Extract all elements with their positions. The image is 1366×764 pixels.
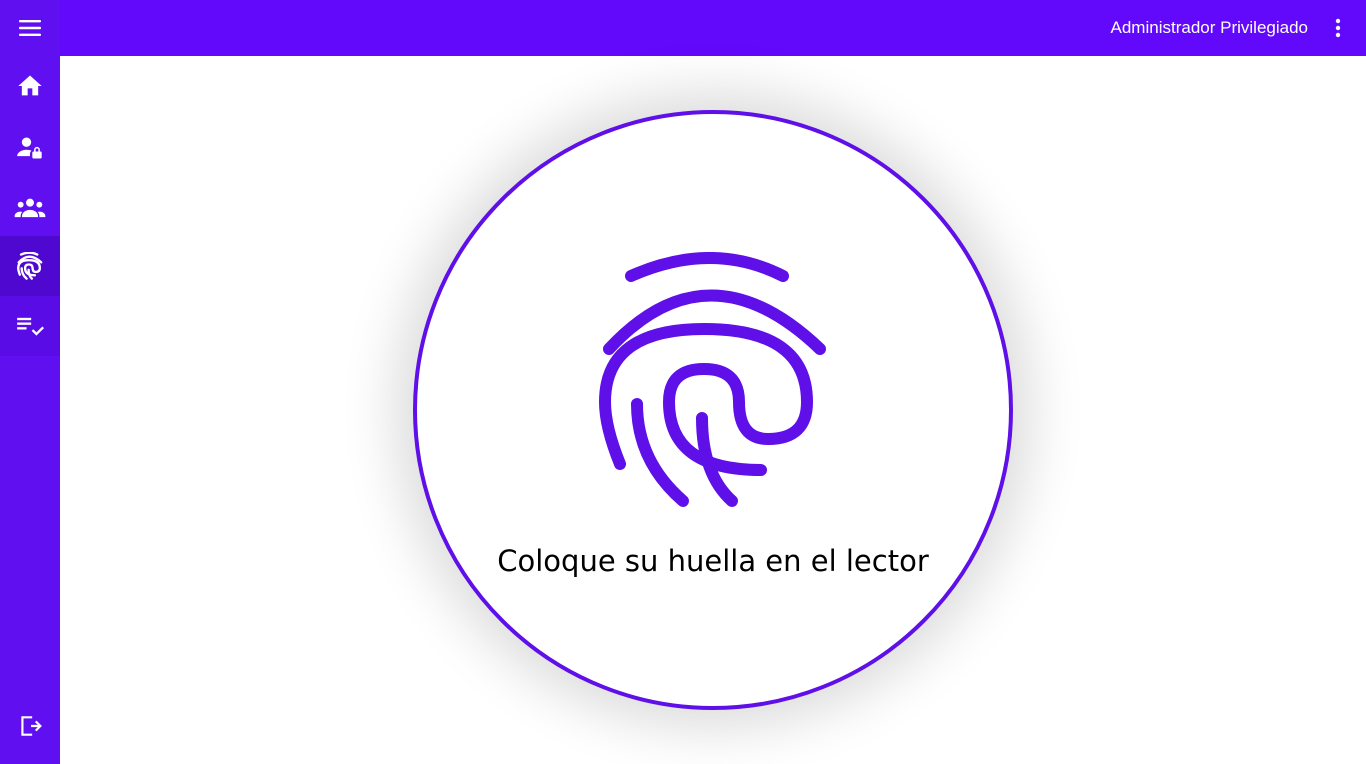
scan-instruction: Coloque su huella en el lector [497,544,929,578]
more-options-button[interactable] [1324,8,1352,48]
sidebar [0,0,60,764]
fingerprint-scan-panel: Coloque su huella en el lector [413,110,1013,710]
user-name: Administrador Privilegiado [1110,18,1308,37]
sidebar-item-fingerprint[interactable] [0,236,60,296]
menu-button[interactable] [0,0,60,56]
menu-icon [19,20,41,36]
checklist-icon [17,317,44,336]
home-icon [18,75,42,96]
group-icon [14,198,46,218]
more-vertical-icon [1335,18,1341,38]
fingerprint-icon [17,252,43,280]
sidebar-item-groups[interactable] [0,178,60,238]
sidebar-item-user-security[interactable] [0,118,60,178]
sidebar-item-home[interactable] [0,56,60,116]
user-lock-icon [17,137,42,159]
logout-button[interactable] [0,696,60,756]
logout-icon [21,716,42,736]
top-app-bar: Administrador Privilegiado [60,0,1366,56]
sidebar-item-checklist[interactable] [0,296,60,356]
fingerprint-icon [599,252,826,507]
